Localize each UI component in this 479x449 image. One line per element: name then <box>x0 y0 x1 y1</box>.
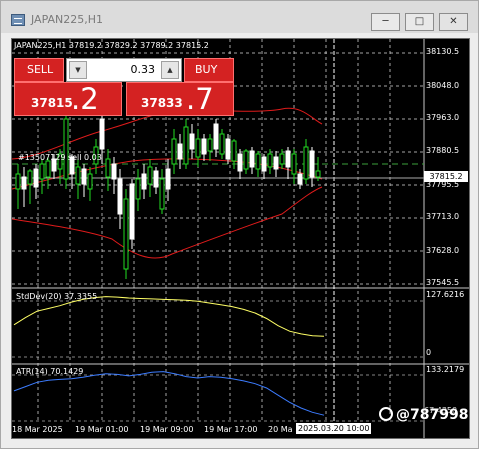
candle-bull <box>39 163 45 180</box>
stddev-max-label: 127.6216 <box>426 290 465 299</box>
candle-bull <box>243 150 249 170</box>
price-axis-label: 38130.5 <box>426 47 460 56</box>
candle-bull <box>27 170 33 185</box>
title-bar[interactable]: JAPAN225,H1 ─ □ ✕ <box>1 1 478 33</box>
lot-increase-button[interactable]: ▲ <box>161 61 179 79</box>
candle-bear <box>225 138 231 160</box>
lot-decrease-button[interactable]: ▼ <box>69 61 87 79</box>
buy-price-fraction: .7 <box>186 82 214 116</box>
candle-bull <box>105 158 111 178</box>
candle-bull <box>63 118 69 180</box>
candle-bear <box>297 173 303 185</box>
candle-bear <box>111 163 117 180</box>
candle-bull <box>219 133 225 155</box>
candle-bear <box>21 176 27 190</box>
sell-price-button[interactable]: 37815 .2 <box>14 82 122 116</box>
candle-bull <box>15 173 21 190</box>
buy-button[interactable]: BUY <box>184 58 234 82</box>
candle-bull <box>183 126 189 165</box>
candle-bull <box>171 138 177 165</box>
current-time-tag: 2025.03.20 10:00 <box>296 423 372 434</box>
atr-indicator-label: ATR(14) 70.1429 <box>16 367 84 376</box>
candle-bear <box>153 170 159 188</box>
time-axis-label: 19 Mar 17:00 <box>204 425 258 434</box>
minimize-button[interactable]: ─ <box>371 13 400 31</box>
candle-bear <box>273 156 279 170</box>
candle-bull <box>255 153 261 170</box>
order-line-label[interactable]: #13507129 sell 0.03 <box>18 153 102 162</box>
candle-bull <box>207 138 213 152</box>
stddev-indicator-label: StdDev(20) 37.3355 <box>16 292 98 301</box>
price-axis-label: 37880.5 <box>426 146 460 155</box>
candle-bull <box>75 166 81 185</box>
maximize-icon: □ <box>414 16 425 27</box>
candle-bull <box>159 178 165 210</box>
social-logo-icon <box>379 407 393 421</box>
price-axis-label: 37963.0 <box>426 113 460 122</box>
bollinger-lower-band <box>12 186 323 259</box>
stddev-min-label: 0 <box>426 348 432 357</box>
candle-bull <box>231 140 237 162</box>
time-axis-label: 18 Mar 2025 <box>12 425 63 434</box>
minimize-icon: ─ <box>382 16 389 27</box>
time-axis-label: 19 Mar 01:00 <box>75 425 129 434</box>
stddev-line <box>13 296 325 337</box>
time-axis-label: 20 Ma <box>268 425 293 434</box>
candle-bull <box>147 166 153 185</box>
candle-bear <box>141 173 147 190</box>
candle-bear <box>129 183 135 240</box>
price-axis-label: 37628.0 <box>426 246 460 255</box>
candle-bear <box>201 138 207 155</box>
close-button[interactable]: ✕ <box>439 13 468 31</box>
sell-button[interactable]: SELL <box>14 58 64 82</box>
candle-bear <box>285 150 291 168</box>
candle-bull <box>267 153 273 168</box>
candle-bear <box>81 168 87 185</box>
sell-price-fraction: .2 <box>71 82 99 116</box>
candle-bear <box>237 153 243 172</box>
close-icon: ✕ <box>449 16 458 27</box>
watermark: @787998 <box>379 407 468 423</box>
candle-bear <box>33 168 39 188</box>
candle-bear <box>213 123 219 150</box>
candle-bull <box>45 160 51 178</box>
atr-line <box>13 371 325 416</box>
current-price-tag: 37815.2 <box>424 171 468 182</box>
candle-bull <box>303 146 309 180</box>
candle-bull <box>123 198 129 270</box>
lot-size-field[interactable]: ▼ 0.33 ▲ <box>66 58 182 82</box>
window-title: JAPAN225,H1 <box>31 13 104 26</box>
price-axis-label: 37713.0 <box>426 212 460 221</box>
buy-price-main: 37833 <box>141 96 183 110</box>
lot-size-value[interactable]: 0.33 <box>131 63 156 76</box>
candle-bull <box>195 138 201 158</box>
atr-max-label: 133.2179 <box>426 365 465 374</box>
candle-bull <box>315 170 321 178</box>
candle-bear <box>177 143 183 160</box>
buy-price-button[interactable]: 37833 .7 <box>126 82 234 116</box>
chart-header-info: JAPAN225,H1 37819.2 37829.2 37789.2 3781… <box>14 41 209 50</box>
candle-bull <box>291 153 297 175</box>
candle-bear <box>249 150 255 168</box>
price-axis-label: 38048.0 <box>426 81 460 90</box>
candle-bull <box>87 173 93 190</box>
candle-bear <box>99 118 105 150</box>
candle-bear <box>309 150 315 178</box>
candle-bull <box>135 178 141 200</box>
price-axis-label: 37545.5 <box>426 278 460 287</box>
one-click-trading-panel: SELL ▼ 0.33 ▲ BUY 37815 .2 37833 .7 <box>14 58 236 116</box>
chart-window-icon <box>11 14 25 26</box>
candle-bear <box>261 156 267 172</box>
arrow-down-icon: ▼ <box>75 66 81 74</box>
candle-bear <box>165 168 171 190</box>
candle-bear <box>189 133 195 150</box>
arrow-up-icon: ▲ <box>167 66 173 74</box>
candle-bull <box>279 153 285 165</box>
maximize-button[interactable]: □ <box>405 13 434 31</box>
candle-bear <box>117 178 123 215</box>
time-axis-label: 19 Mar 09:00 <box>140 425 194 434</box>
sell-price-main: 37815 <box>31 96 73 110</box>
